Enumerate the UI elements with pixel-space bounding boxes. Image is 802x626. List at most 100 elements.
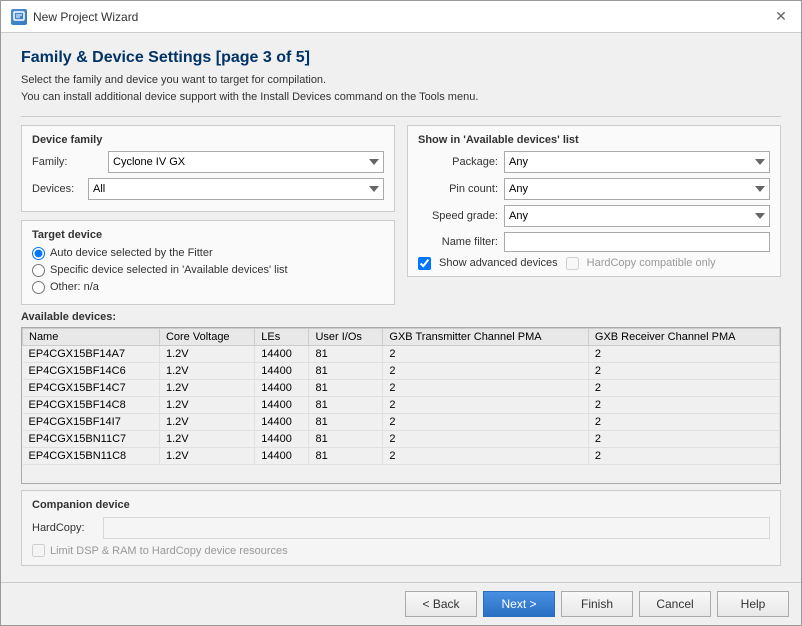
show-advanced-row: Show advanced devices HardCopy compatibl… [418,257,770,270]
table-cell: 1.2V [159,430,254,447]
show-advanced-label[interactable]: Show advanced devices [439,257,558,269]
devices-label: Devices: [32,183,82,195]
table-cell: EP4CGX15BF14A7 [23,345,160,362]
pin-count-select[interactable]: Any [504,178,770,200]
next-button[interactable]: Next > [483,591,555,617]
description-line2: You can install additional device suppor… [21,90,781,105]
show-in-list-label: Show in 'Available devices' list [418,134,770,146]
radio-other-label[interactable]: Other: n/a [50,281,99,293]
table-header: Name Core Voltage LEs User I/Os GXB Tran… [23,328,780,345]
table-scroll[interactable]: Name Core Voltage LEs User I/Os GXB Tran… [22,328,780,483]
footer: < Back Next > Finish Cancel Help [1,582,801,625]
table-cell: 81 [309,362,383,379]
table-cell: 14400 [255,345,309,362]
table-cell: 14400 [255,362,309,379]
back-button[interactable]: < Back [405,591,477,617]
window-title: New Project Wizard [33,10,138,24]
table-cell: EP4CGX15BF14C6 [23,362,160,379]
family-select[interactable]: Cyclone IV GX [108,151,384,173]
table-cell: 14400 [255,447,309,464]
family-row: Family: Cyclone IV GX [32,151,384,173]
table-row[interactable]: EP4CGX15BF14C71.2V144008122 [23,379,780,396]
left-panel: Device family Family: Cyclone IV GX Devi… [21,125,395,311]
panels-row: Device family Family: Cyclone IV GX Devi… [21,125,781,311]
table-cell: 1.2V [159,362,254,379]
table-cell: 14400 [255,396,309,413]
table-cell: 2 [383,345,589,362]
table-cell: 14400 [255,430,309,447]
name-filter-row: Name filter: [418,232,770,252]
device-family-label: Device family [32,134,384,146]
limit-checkbox-row: Limit DSP & RAM to HardCopy device resou… [32,544,770,557]
speed-grade-label: Speed grade: [418,210,498,222]
devices-select[interactable]: All [88,178,384,200]
table-row[interactable]: EP4CGX15BN11C81.2V144008122 [23,447,780,464]
name-filter-label: Name filter: [418,236,498,248]
window-icon [11,9,27,25]
target-device-section: Target device Auto device selected by th… [21,220,395,305]
help-button[interactable]: Help [717,591,789,617]
table-row[interactable]: EP4CGX15BF14C61.2V144008122 [23,362,780,379]
pin-count-row: Pin count: Any [418,178,770,200]
radio-specific[interactable] [32,264,45,277]
close-button[interactable]: ✕ [771,7,791,27]
title-bar: New Project Wizard ✕ [1,1,801,33]
table-cell: 81 [309,345,383,362]
radio-auto-row: Auto device selected by the Fitter [32,247,384,260]
col-user-ios: User I/Os [309,328,383,345]
table-cell: 2 [588,413,779,430]
right-panel: Show in 'Available devices' list Package… [407,125,781,311]
hardcopy-field-label: HardCopy: [32,522,97,534]
table-cell: 81 [309,430,383,447]
table-cell: 2 [383,413,589,430]
table-cell: 81 [309,447,383,464]
table-cell: 81 [309,396,383,413]
available-devices-label: Available devices: [21,311,781,323]
speed-grade-select[interactable]: Any [504,205,770,227]
show-in-list-section: Show in 'Available devices' list Package… [407,125,781,277]
table-cell: 2 [383,396,589,413]
table-row[interactable]: EP4CGX15BF14C81.2V144008122 [23,396,780,413]
finish-button[interactable]: Finish [561,591,633,617]
table-cell: 1.2V [159,396,254,413]
description-line1: Select the family and device you want to… [21,73,781,88]
cancel-button[interactable]: Cancel [639,591,711,617]
radio-specific-label[interactable]: Specific device selected in 'Available d… [50,264,288,276]
radio-auto[interactable] [32,247,45,260]
radio-other[interactable] [32,281,45,294]
devices-row: Devices: All [32,178,384,200]
hardcopy-compatible-checkbox[interactable] [566,257,579,270]
col-core-voltage: Core Voltage [159,328,254,345]
col-gxb-rx: GXB Receiver Channel PMA [588,328,779,345]
table-cell: 2 [383,430,589,447]
table-header-row: Name Core Voltage LEs User I/Os GXB Tran… [23,328,780,345]
limit-dsp-label: Limit DSP & RAM to HardCopy device resou… [50,545,288,557]
package-row: Package: Any [418,151,770,173]
hardcopy-select[interactable] [103,517,770,539]
radio-specific-row: Specific device selected in 'Available d… [32,264,384,277]
show-advanced-checkbox[interactable] [418,257,431,270]
limit-dsp-checkbox[interactable] [32,544,45,557]
package-select[interactable]: Any [504,151,770,173]
pin-count-label: Pin count: [418,183,498,195]
family-label: Family: [32,156,102,168]
content-area: Family & Device Settings [page 3 of 5] S… [1,33,801,582]
table-row[interactable]: EP4CGX15BF14I71.2V144008122 [23,413,780,430]
table-cell: 2 [588,447,779,464]
companion-device-label: Companion device [32,499,770,511]
table-cell: 2 [588,396,779,413]
table-row[interactable]: EP4CGX15BF14A71.2V144008122 [23,345,780,362]
table-cell: 14400 [255,413,309,430]
table-cell: 1.2V [159,345,254,362]
table-cell: EP4CGX15BF14C7 [23,379,160,396]
radio-auto-label[interactable]: Auto device selected by the Fitter [50,247,213,259]
name-filter-input[interactable] [504,232,770,252]
hardcopy-compatible-label: HardCopy compatible only [587,257,716,269]
table-row[interactable]: EP4CGX15BN11C71.2V144008122 [23,430,780,447]
table-cell: 1.2V [159,413,254,430]
table-cell: 2 [588,379,779,396]
table-cell: 2 [383,379,589,396]
available-devices-table-container: Name Core Voltage LEs User I/Os GXB Tran… [21,327,781,484]
col-les: LEs [255,328,309,345]
package-label: Package: [418,156,498,168]
